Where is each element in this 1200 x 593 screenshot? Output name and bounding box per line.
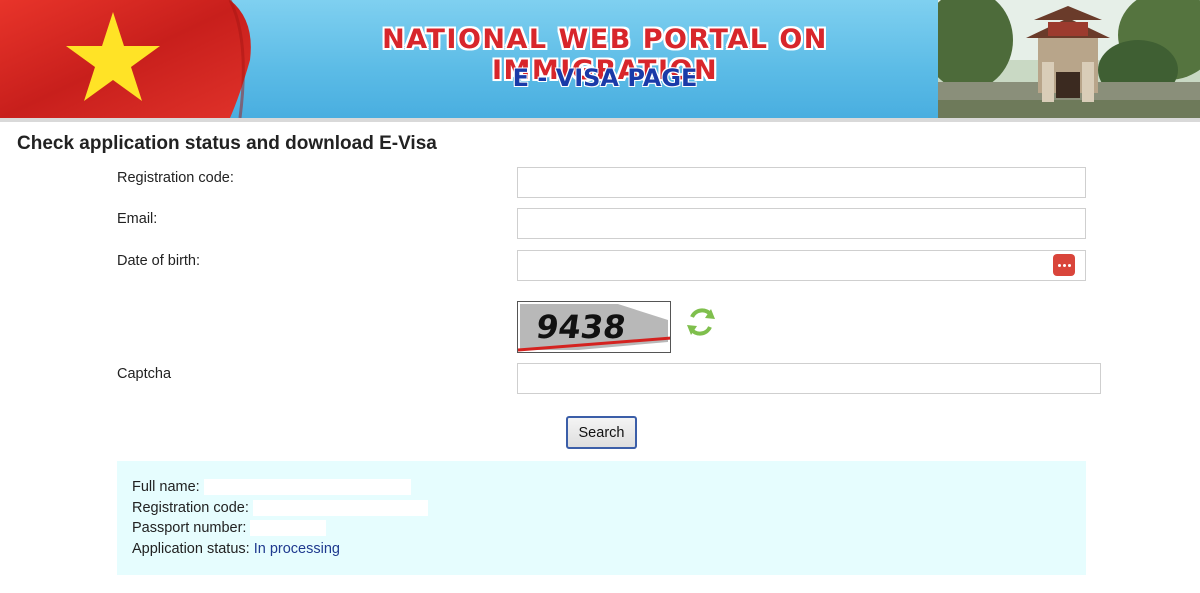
application-status-label: Application status: [132, 541, 250, 557]
full-name-value-redacted [203, 479, 411, 496]
captcha-text: 9438 [534, 308, 628, 346]
header-banner: NATIONAL WEB PORTAL ON IMMIGRATION E - V… [0, 0, 1200, 118]
result-registration-code-label: Registration code: [132, 500, 249, 516]
banner-divider [0, 118, 1200, 122]
captcha-label: Captcha [117, 366, 172, 382]
page-title: Check application status and download E-… [17, 133, 437, 154]
registration-code-row: Registration code: [132, 500, 428, 517]
registration-code-label: Registration code: [117, 170, 234, 186]
banner-subtitle: E - VISA PAGE [512, 64, 698, 92]
registration-code-input[interactable] [517, 167, 1086, 198]
captcha-input[interactable] [517, 363, 1101, 394]
temple-photo-image [938, 0, 1200, 118]
passport-number-label: Passport number: [132, 520, 247, 536]
vietnam-flag-image [0, 0, 251, 118]
captcha-image: 9438 [517, 301, 671, 353]
full-name-row: Full name: [132, 479, 411, 496]
date-of-birth-label: Date of birth: [117, 253, 201, 269]
refresh-icon[interactable] [684, 305, 718, 339]
application-result-panel: Full name: Registration code: Passport n… [117, 461, 1086, 575]
email-input[interactable] [517, 208, 1086, 239]
passport-number-row: Passport number: [132, 520, 327, 537]
date-of-birth-input[interactable] [517, 250, 1086, 281]
email-label: Email: [117, 211, 158, 227]
search-button[interactable]: Search [566, 416, 637, 449]
application-status-value: In processing [253, 541, 340, 557]
full-name-label: Full name: [132, 479, 200, 495]
calendar-icon[interactable] [1053, 254, 1075, 276]
application-status-row: Application status: In processing [132, 541, 340, 557]
registration-code-value-redacted [252, 500, 428, 517]
passport-number-value-redacted [250, 520, 327, 537]
